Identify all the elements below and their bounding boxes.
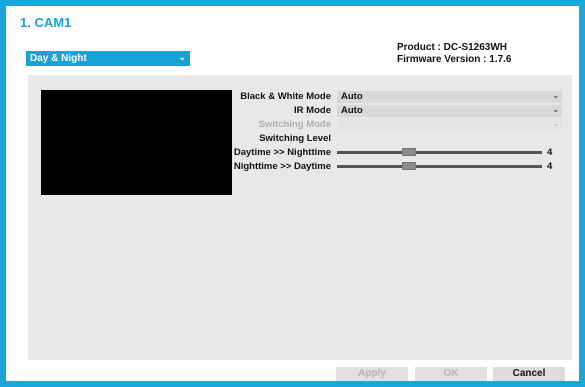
switching-mode-dropdown: ⌄ — [337, 119, 562, 131]
product-info: Product : DC-S1263WH Firmware Version : … — [397, 42, 512, 66]
night-to-day-value: 4 — [547, 161, 553, 172]
ir-mode-value: Auto — [341, 105, 363, 116]
slider-thumb[interactable] — [402, 162, 416, 170]
chevron-down-icon: ⌄ — [552, 91, 559, 100]
ir-mode-dropdown[interactable]: Auto ⌄ — [337, 105, 562, 117]
night-to-day-label: Nighttime >> Daytime — [233, 161, 331, 172]
slider-track — [337, 165, 542, 168]
cancel-button[interactable]: Cancel — [493, 367, 565, 381]
bw-mode-label: Black & White Mode — [240, 91, 331, 102]
chevron-down-icon: ⌄ — [178, 52, 186, 62]
day-to-night-label: Daytime >> Nighttime — [233, 147, 331, 158]
mode-select-dropdown[interactable]: Day & Night ⌄ — [26, 51, 190, 66]
chevron-down-icon: ⌄ — [552, 119, 559, 128]
ok-button[interactable]: OK — [415, 367, 487, 381]
night-to-day-slider[interactable] — [337, 161, 542, 171]
firmware-version: Firmware Version : 1.7.6 — [397, 54, 512, 65]
camera-settings-dialog: 1. CAM1 Day & Night ⌄ Product : DC-S1263… — [6, 6, 579, 381]
video-preview — [41, 90, 232, 195]
chevron-down-icon: ⌄ — [552, 105, 559, 114]
switching-mode-label: Switching Mode — [258, 119, 331, 130]
product-name: Product : DC-S1263WH — [397, 42, 508, 53]
settings-panel: Black & White Mode Auto ⌄ IR Mode Auto ⌄… — [28, 75, 572, 360]
bw-mode-dropdown[interactable]: Auto ⌄ — [337, 91, 562, 103]
slider-thumb[interactable] — [402, 148, 416, 156]
slider-track — [337, 151, 542, 154]
ir-mode-label: IR Mode — [294, 105, 331, 116]
day-to-night-value: 4 — [547, 147, 553, 158]
apply-button[interactable]: Apply — [336, 367, 408, 381]
mode-select-value: Day & Night — [30, 53, 87, 64]
switching-level-label: Switching Level — [259, 133, 331, 144]
day-to-night-slider[interactable] — [337, 147, 542, 157]
camera-title: 1. CAM1 — [20, 15, 72, 30]
bw-mode-value: Auto — [341, 91, 363, 102]
